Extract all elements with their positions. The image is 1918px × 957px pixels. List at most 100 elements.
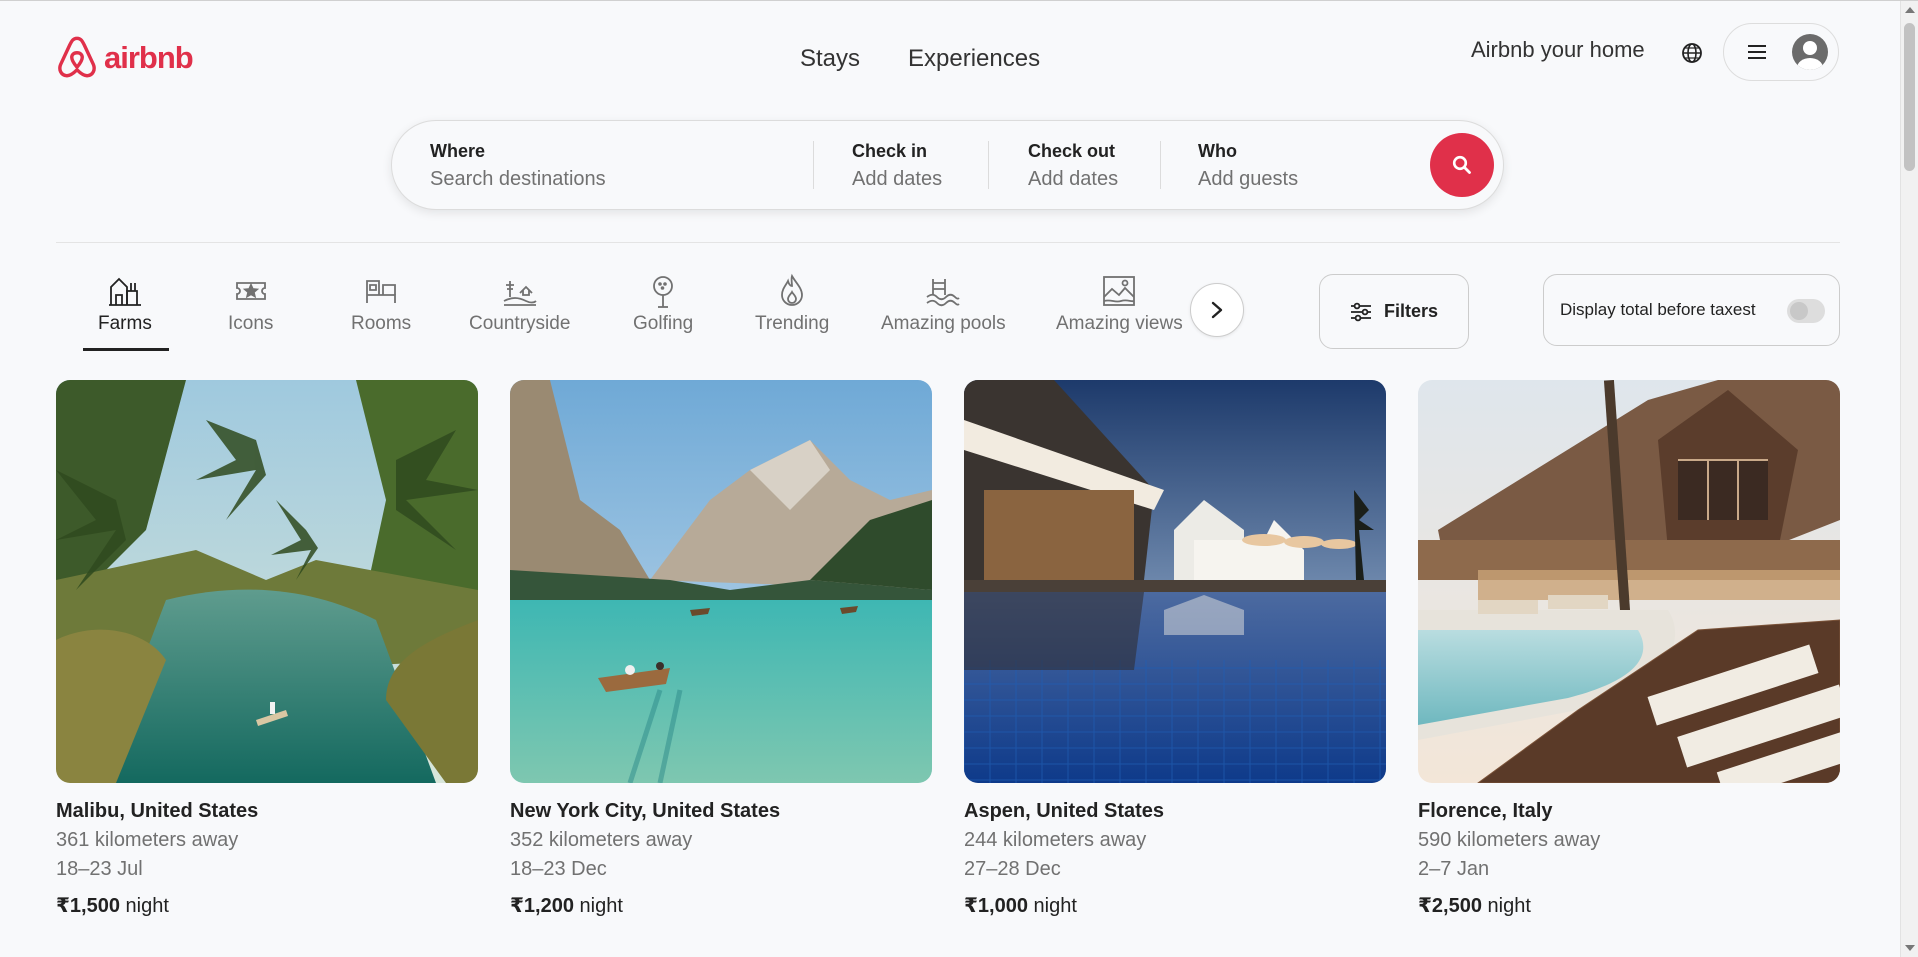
- category-label: Farms: [98, 313, 152, 334]
- price-unit: night: [1033, 895, 1077, 917]
- checkout-label: Check out: [1028, 141, 1116, 161]
- category-bar: Farms Icons Rooms Countryside Golfing Tr…: [56, 263, 1256, 355]
- listing-price: ₹1,200 night: [510, 893, 932, 918]
- listing-image[interactable]: [1418, 380, 1840, 783]
- page-scrollbar[interactable]: [1900, 1, 1918, 957]
- listing-price: ₹1,500 night: [56, 893, 478, 918]
- price-unit: night: [1487, 895, 1531, 917]
- category-trending[interactable]: Trending: [755, 273, 829, 335]
- category-farms[interactable]: Farms: [98, 273, 152, 335]
- checkout-value: Add dates: [1028, 168, 1119, 190]
- display-total-toggle-box: Display total before taxest: [1543, 274, 1840, 346]
- golfing-icon: [653, 276, 673, 308]
- chevron-right-icon: [1211, 301, 1223, 319]
- listing-location: Florence, Italy: [1418, 800, 1553, 822]
- amazing-views-icon: [1103, 276, 1136, 306]
- category-label: Amazing views: [1056, 313, 1183, 334]
- farms-icon: [108, 277, 141, 306]
- checkin-field[interactable]: Check in Add dates: [852, 141, 942, 191]
- taxes-toggle[interactable]: [1787, 299, 1825, 323]
- top-nav: Stays Experiences: [800, 45, 1040, 73]
- listing-image[interactable]: [56, 380, 478, 783]
- category-label: Icons: [228, 313, 274, 334]
- listing-dates: 18–23 Jul: [56, 858, 143, 880]
- user-menu-button[interactable]: [1723, 23, 1839, 81]
- airbnb-logo-icon: [58, 36, 96, 78]
- globe-icon[interactable]: [1680, 41, 1704, 65]
- nav-stays[interactable]: Stays: [800, 45, 860, 73]
- header-divider: [56, 242, 1840, 243]
- listing-dates: 2–7 Jan: [1418, 858, 1490, 880]
- listing-price: ₹2,500 night: [1418, 893, 1840, 918]
- listing-dates: 27–28 Dec: [964, 858, 1061, 880]
- listing-distance: 361 kilometers away: [56, 829, 239, 851]
- where-input[interactable]: [430, 168, 790, 191]
- nav-experiences[interactable]: Experiences: [908, 45, 1040, 73]
- scroll-down-arrow-icon[interactable]: [1905, 945, 1915, 951]
- category-label: Trending: [755, 313, 830, 334]
- listing-card[interactable]: Florence, Italy 590 kilometers away 2–7 …: [1418, 380, 1840, 918]
- category-label: Rooms: [351, 313, 412, 334]
- category-golfing[interactable]: Golfing: [633, 273, 693, 335]
- category-label: Countryside: [469, 313, 571, 334]
- filters-button[interactable]: Filters: [1319, 274, 1469, 349]
- category-amazing-views[interactable]: Amazing views: [1056, 273, 1183, 335]
- category-countryside[interactable]: Countryside: [469, 273, 570, 335]
- category-icons[interactable]: Icons: [228, 273, 273, 335]
- search-bar: Where Check in Add dates Check out Add d…: [391, 120, 1504, 210]
- listing-location: Aspen, United States: [964, 800, 1165, 822]
- listing-dates: 18–23 Dec: [510, 858, 607, 880]
- scroll-up-arrow-icon[interactable]: [1905, 7, 1915, 13]
- listing-price: ₹1,000 night: [964, 893, 1386, 918]
- listing-image[interactable]: [510, 380, 932, 783]
- scroll-thumb[interactable]: [1904, 23, 1915, 171]
- search-divider: [813, 141, 814, 189]
- category-label: Amazing pools: [881, 313, 1006, 334]
- filters-label: Filters: [1383, 301, 1439, 321]
- search-icon: [1452, 155, 1471, 174]
- listing-distance: 352 kilometers away: [510, 829, 693, 851]
- category-rooms[interactable]: Rooms: [351, 273, 411, 335]
- price-unit: night: [125, 895, 169, 917]
- category-amazing-pools[interactable]: Amazing pools: [881, 273, 1006, 335]
- price-amount: ₹2,500: [1418, 895, 1482, 917]
- listing-location: Malibu, United States: [56, 800, 259, 822]
- checkout-field[interactable]: Check out Add dates: [1028, 141, 1118, 191]
- search-divider: [1160, 141, 1161, 189]
- price-amount: ₹1,200: [510, 895, 574, 917]
- airbnb-logo[interactable]: airbnb: [56, 35, 194, 81]
- price-amount: ₹1,000: [964, 895, 1028, 917]
- checkin-value: Add dates: [852, 168, 943, 190]
- search-button[interactable]: [1430, 133, 1494, 197]
- price-unit: night: [579, 895, 623, 917]
- active-category-underline: [83, 348, 169, 351]
- who-field[interactable]: Who Add guests: [1198, 141, 1298, 191]
- site-header: airbnb Stays Experiences Airbnb your hom…: [0, 1, 1900, 111]
- rooms-icon: [366, 280, 396, 303]
- price-amount: ₹1,500: [56, 895, 120, 917]
- listing-distance: 590 kilometers away: [1418, 829, 1601, 851]
- where-label: Where: [430, 141, 486, 161]
- who-value: Add guests: [1198, 168, 1299, 190]
- taxes-label: Display total before taxest: [1560, 300, 1756, 319]
- menu-icon: [1748, 45, 1766, 59]
- trending-icon: [781, 273, 804, 306]
- amazing-pools-icon: [926, 279, 960, 307]
- where-field[interactable]: Where: [430, 141, 790, 191]
- filters-icon: [1350, 302, 1371, 321]
- listing-distance: 244 kilometers away: [964, 829, 1147, 851]
- who-label: Who: [1198, 141, 1237, 161]
- listing-location: New York City, United States: [510, 800, 781, 822]
- countryside-icon: [503, 281, 537, 306]
- host-link[interactable]: Airbnb your home: [1471, 37, 1645, 63]
- category-label: Golfing: [633, 313, 694, 334]
- user-avatar-icon: [1792, 34, 1828, 70]
- search-divider: [988, 141, 989, 189]
- listing-card[interactable]: New York City, United States 352 kilomet…: [510, 380, 932, 918]
- listing-image[interactable]: [964, 380, 1386, 783]
- brand-name: airbnb: [104, 40, 194, 75]
- category-next-button[interactable]: [1190, 283, 1244, 337]
- icons-icon: [235, 282, 266, 300]
- listing-card[interactable]: Malibu, United States 361 kilometers awa…: [56, 380, 478, 918]
- listing-card[interactable]: Aspen, United States 244 kilometers away…: [964, 380, 1386, 918]
